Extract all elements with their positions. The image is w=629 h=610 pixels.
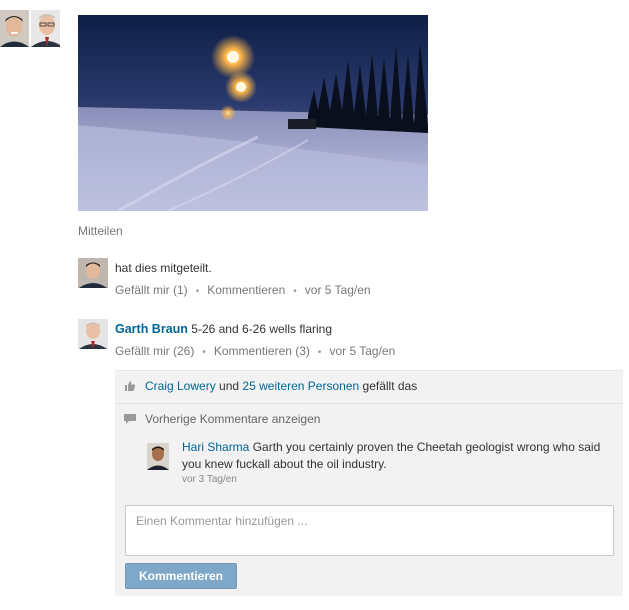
- share-link[interactable]: Mitteilen: [78, 224, 123, 238]
- likes-connector: und: [219, 379, 240, 393]
- like-link[interactable]: Gefällt mir (26): [115, 344, 194, 358]
- avatar-person-2[interactable]: [31, 10, 60, 47]
- liker-link[interactable]: Craig Lowery: [145, 379, 216, 393]
- comment-item: Hari Sharma Garth you certainly proven t…: [147, 439, 623, 499]
- shared-activity: hat dies mitgeteilt. Gefällt mir (1) • Kom…: [78, 258, 618, 300]
- thumbs-up-icon: [125, 381, 136, 391]
- likes-summary: Craig Lowery und 25 weiteren Personen ge…: [115, 371, 623, 403]
- shared-activity-text: hat dies mitgeteilt.: [115, 261, 212, 275]
- comment-author[interactable]: Hari Sharma: [182, 440, 249, 454]
- speech-bubble-icon: [124, 414, 136, 424]
- comment-timestamp: vor 3 Tag/en: [182, 474, 237, 485]
- add-comment-input[interactable]: [125, 505, 614, 556]
- update-author[interactable]: Garth Braun: [115, 322, 188, 336]
- shared-by-avatars: [0, 10, 60, 47]
- post-image-night-snow-flare[interactable]: [78, 15, 428, 211]
- avatar-hari-sharma[interactable]: [147, 443, 169, 470]
- previous-comments-row[interactable]: Vorherige Kommentare anzeigen: [115, 403, 623, 433]
- likes-suffix: gefällt das: [362, 379, 418, 393]
- timestamp: vor 5 Tag/en: [329, 344, 396, 358]
- update-meta: Gefällt mir (26) • Kommentieren (3) • vor 5 …: [115, 344, 396, 358]
- shared-activity-meta: Gefällt mir (1) • Kommentieren • vor 5 Tag/e…: [115, 283, 371, 297]
- submit-comment-button[interactable]: Kommentieren: [125, 563, 237, 589]
- avatar-person-1[interactable]: [0, 10, 29, 47]
- comment-link[interactable]: Kommentieren: [207, 283, 285, 297]
- other-likers-link[interactable]: 25 weiteren Personen: [242, 379, 359, 393]
- status-update: Garth Braun 5-26 and 6-26 wells flaring …: [78, 319, 618, 361]
- timestamp: vor 5 Tag/en: [304, 283, 371, 297]
- update-text: 5-26 and 6-26 wells flaring: [191, 322, 333, 336]
- avatar-garth-braun[interactable]: [78, 319, 108, 349]
- comment-link[interactable]: Kommentieren (3): [214, 344, 310, 358]
- comments-panel: Craig Lowery und 25 weiteren Personen ge…: [115, 370, 623, 596]
- previous-comments-link[interactable]: Vorherige Kommentare anzeigen: [145, 412, 320, 426]
- like-link[interactable]: Gefällt mir (1): [115, 283, 188, 297]
- avatar-sharer[interactable]: [78, 258, 108, 288]
